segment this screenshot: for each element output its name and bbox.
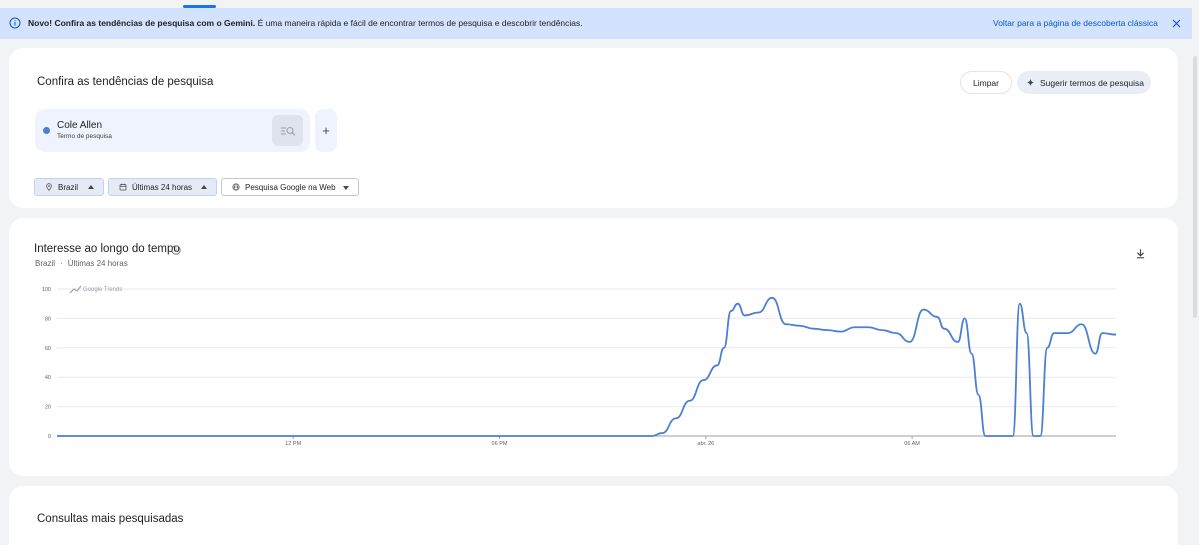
- globe-icon: [232, 183, 240, 191]
- add-term-button[interactable]: +: [315, 109, 337, 152]
- term-search-button[interactable]: [272, 115, 303, 146]
- info-icon: [9, 17, 21, 29]
- related-title: Consultas mais pesquisadas: [37, 513, 184, 525]
- term-color-dot: [43, 127, 50, 134]
- y-tick-label: 80: [45, 316, 51, 322]
- interest-chart: 0 20 40 60 80 100 12 PM 06 PM abr. 26 06 AM Google…: [42, 285, 1117, 447]
- y-tick-label: 100: [42, 287, 51, 293]
- calendar-icon: [119, 183, 127, 191]
- y-tick-label: 20: [45, 405, 51, 411]
- suggest-terms-button[interactable]: Sugerir termos de pesquisa: [1017, 71, 1151, 94]
- banner-text: É uma maneira rápida e fácil de encontra…: [255, 18, 583, 28]
- y-tick-label: 0: [48, 434, 51, 440]
- y-tick-label: 40: [45, 375, 51, 381]
- list-search-icon: [280, 126, 295, 136]
- announcement-banner: Novo! Confira as tendências de pesquisa …: [0, 8, 1192, 39]
- y-tick-label: 60: [45, 346, 51, 352]
- classic-page-link[interactable]: Voltar para a página de descoberta cláss…: [993, 18, 1158, 28]
- property-filter[interactable]: Pesquisa Google na Web: [221, 178, 359, 196]
- banner-bold: Novo! Confira as tendências de pesquisa …: [28, 18, 256, 28]
- related-queries-card: Consultas mais pesquisadas: [9, 486, 1178, 545]
- sparkle-icon: [1026, 78, 1035, 87]
- scrollbar-thumb[interactable]: [1193, 56, 1197, 318]
- region-filter[interactable]: Brazil: [34, 178, 104, 196]
- location-pin-icon: [46, 183, 52, 191]
- caret-down-icon: [343, 186, 349, 190]
- caret-up-icon: [201, 185, 207, 189]
- suggest-terms-label: Sugerir termos de pesquisa: [1040, 77, 1144, 88]
- close-icon[interactable]: [1171, 18, 1182, 29]
- region-filter-label: Brazil: [58, 182, 79, 192]
- x-tick-label: 06 AM: [904, 441, 920, 447]
- time-filter[interactable]: Últimas 24 horas: [108, 178, 217, 196]
- x-tick-label: 06 PM: [492, 441, 508, 447]
- term-type: Termo de pesquisa: [57, 133, 112, 140]
- x-tick-label: abr. 26: [697, 441, 714, 447]
- time-filter-label: Últimas 24 horas: [132, 182, 193, 192]
- property-filter-label: Pesquisa Google na Web: [245, 182, 336, 192]
- search-term-chip[interactable]: Cole Allen Termo de pesquisa: [35, 109, 310, 152]
- caret-up-icon: [88, 185, 94, 189]
- x-tick-label: 12 PM: [285, 441, 301, 447]
- explore-card: Confira as tendências de pesquisa Limpar…: [9, 48, 1178, 208]
- chart-watermark: Google Trends: [83, 287, 122, 293]
- interest-over-time-card: Interesse ao longo do tempo Brazil · Últim…: [9, 218, 1178, 476]
- clear-button[interactable]: Limpar: [960, 71, 1012, 94]
- term-name: Cole Allen: [57, 120, 103, 131]
- banner-message: Novo! Confira as tendências de pesquisa …: [28, 18, 583, 28]
- explore-title: Confira as tendências de pesquisa: [37, 76, 214, 88]
